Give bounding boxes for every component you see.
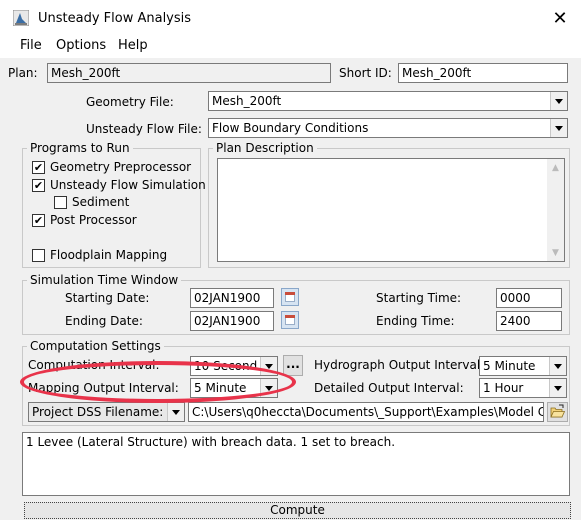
unsteady-flow-simulation-checkbox[interactable]: ✔ bbox=[32, 179, 45, 192]
plan-description-title: Plan Description bbox=[213, 141, 317, 155]
hydrograph-output-interval-label: Hydrograph Output Interval: bbox=[314, 358, 485, 372]
geometry-file-value: Mesh_200ft bbox=[212, 94, 282, 108]
menu-options[interactable]: Options bbox=[56, 38, 106, 53]
chevron-down-icon[interactable] bbox=[549, 379, 566, 397]
plan-field[interactable]: Mesh_200ft bbox=[47, 63, 331, 83]
ending-date-label: Ending Date: bbox=[65, 314, 143, 328]
compute-button[interactable]: Compute bbox=[24, 502, 571, 519]
unsteady-flow-simulation-label: Unsteady Flow Simulation bbox=[50, 178, 206, 192]
detailed-output-interval-dropdown[interactable]: 1 Hour bbox=[479, 378, 567, 398]
geometry-preprocessor-label: Geometry Preprocessor bbox=[50, 160, 192, 174]
annotation-highlight-ellipse bbox=[20, 361, 296, 403]
close-icon[interactable]: ✕ bbox=[547, 6, 573, 32]
calendar-icon[interactable] bbox=[281, 311, 299, 329]
starting-time-field[interactable]: 0000 bbox=[496, 288, 562, 308]
chevron-down-icon[interactable] bbox=[550, 92, 567, 110]
programs-to-run-title: Programs to Run bbox=[27, 141, 133, 155]
ellipsis-button[interactable]: ... bbox=[283, 355, 303, 376]
open-folder-icon[interactable] bbox=[547, 402, 568, 422]
ending-time-field[interactable]: 2400 bbox=[496, 311, 562, 331]
detailed-output-interval-label: Detailed Output Interval: bbox=[314, 381, 464, 395]
ending-time-label: Ending Time: bbox=[376, 314, 455, 328]
floodplain-mapping-checkbox[interactable] bbox=[32, 249, 45, 262]
chevron-down-icon[interactable] bbox=[549, 357, 566, 375]
project-dss-filename-dropdown[interactable]: Project DSS Filename: bbox=[28, 402, 185, 422]
geometry-file-dropdown[interactable]: Mesh_200ft bbox=[208, 91, 568, 111]
ending-date-field[interactable]: 02JAN1900 bbox=[190, 311, 274, 331]
geometry-preprocessor-checkbox[interactable]: ✔ bbox=[32, 161, 45, 174]
floodplain-mapping-label: Floodplain Mapping bbox=[50, 248, 168, 262]
status-message-box: 1 Levee (Lateral Structure) with breach … bbox=[22, 432, 570, 496]
hec-ras-app-icon bbox=[13, 10, 29, 26]
hydrograph-output-interval-dropdown[interactable]: 5 Minute bbox=[479, 356, 567, 376]
scroll-down-icon[interactable]: ▼ bbox=[552, 248, 559, 258]
short-id-label: Short ID: bbox=[339, 66, 392, 80]
post-processor-label: Post Processor bbox=[50, 213, 137, 227]
dss-path-field[interactable]: C:\Users\q0heccta\Documents\_Support\Exa… bbox=[188, 402, 544, 422]
sediment-label: Sediment bbox=[72, 195, 130, 209]
menu-help[interactable]: Help bbox=[118, 38, 148, 53]
hydrograph-output-interval-value: 5 Minute bbox=[483, 359, 536, 373]
starting-time-label: Starting Time: bbox=[376, 291, 462, 305]
dialog-window: Unsteady Flow Analysis ✕ File Options He… bbox=[0, 0, 581, 520]
unsteady-flow-file-label: Unsteady Flow File: bbox=[86, 122, 202, 136]
computation-settings-title: Computation Settings bbox=[27, 339, 164, 353]
short-id-field[interactable]: Mesh_200ft bbox=[398, 63, 568, 83]
plan-label: Plan: bbox=[8, 66, 38, 80]
unsteady-flow-file-value: Flow Boundary Conditions bbox=[212, 121, 369, 135]
plan-description-scrollbar[interactable] bbox=[547, 159, 564, 261]
plan-description-textarea[interactable] bbox=[217, 158, 565, 262]
menu-file[interactable]: File bbox=[20, 38, 42, 53]
starting-date-label: Starting Date: bbox=[65, 291, 150, 305]
simulation-time-window-title: Simulation Time Window bbox=[27, 273, 182, 287]
project-dss-filename-label: Project DSS Filename: bbox=[32, 405, 164, 419]
calendar-icon[interactable] bbox=[281, 288, 299, 306]
chevron-down-icon[interactable] bbox=[550, 119, 567, 137]
detailed-output-interval-value: 1 Hour bbox=[483, 381, 524, 395]
window-title: Unsteady Flow Analysis bbox=[38, 11, 192, 26]
scroll-up-icon[interactable]: ▲ bbox=[552, 163, 559, 173]
post-processor-checkbox[interactable]: ✔ bbox=[32, 214, 45, 227]
starting-date-field[interactable]: 02JAN1900 bbox=[190, 288, 274, 308]
chevron-down-icon[interactable] bbox=[167, 403, 184, 421]
unsteady-flow-file-dropdown[interactable]: Flow Boundary Conditions bbox=[208, 118, 568, 138]
geometry-file-label: Geometry File: bbox=[86, 95, 174, 109]
sediment-checkbox[interactable] bbox=[54, 196, 67, 209]
